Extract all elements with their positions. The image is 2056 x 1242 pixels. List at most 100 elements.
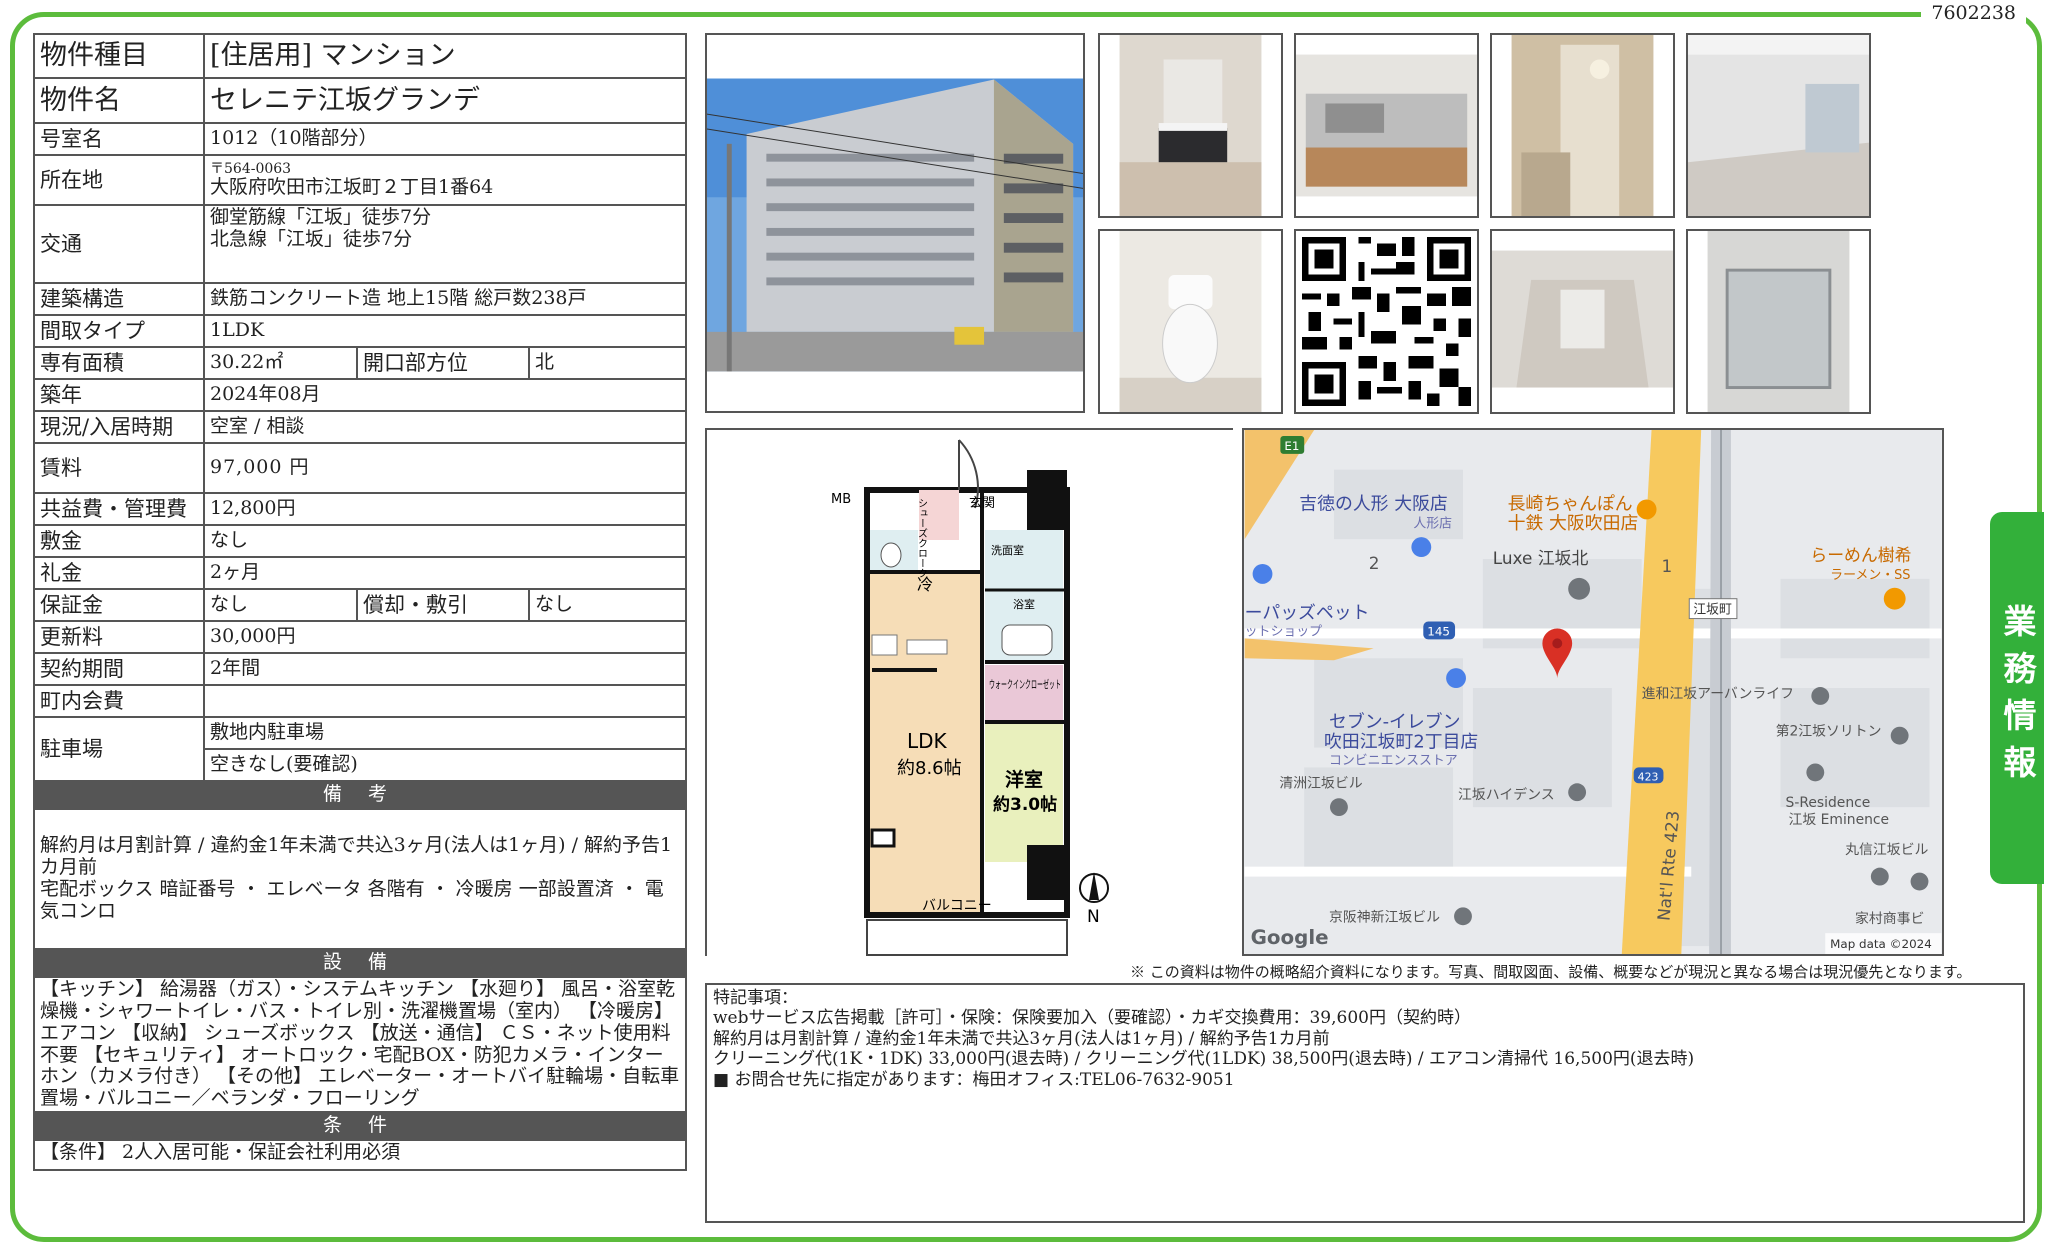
notes-heading: 備 考 [32,780,688,810]
disclaimer: ※ この資料は物件の概略紹介資料になります。写真、間取図面、設備、概要などが現況… [1130,963,1972,981]
map-shinwa: 進和江坂アーバンライフ [1642,686,1794,702]
toilet-photo-image [1100,231,1281,412]
map-num-1: 1 [1661,556,1672,576]
map-seven-2: 吹田江坂町2丁目店 [1324,732,1478,753]
map-yoshitoku: 吉徳の人形 大阪店 [1299,493,1448,514]
room-photo[interactable] [1686,33,1871,218]
community-label: 町内会費 [33,684,205,718]
map-road-145: 145 [1427,624,1450,638]
plan-walkin-label: ウォークインクローゼット [989,678,1061,691]
kitchen-photo[interactable] [1294,33,1479,218]
map-sres-2: 江坂 Eminence [1789,812,1890,828]
map-pets-2: ットショップ [1245,624,1322,639]
layout-value: 1LDK [202,314,688,348]
toilet-photo[interactable] [1098,229,1283,414]
fee-label: 共益費・管理費 [33,492,205,526]
map-ramen-1: らーめん樹希 [1810,545,1911,565]
map-soriton: 第2江坂ソリトン [1776,723,1882,740]
structure-value: 鉄筋コンクリート造 地上15階 総戸数238戸 [202,282,688,316]
fee-value: 12,800円 [202,492,688,526]
map-sres-1: S-Residence [1786,795,1871,811]
built-value: 2024年08月 [202,378,688,412]
map-google-logo: Google [1251,926,1329,949]
rent-label: 賃料 [33,442,205,494]
type-value: [住居用] マンション [202,33,688,79]
plan-shoes-label: シューズクローク [916,498,928,578]
plan-western-size: 約3.0帖 [993,794,1057,815]
transit-cell: 御堂筋線「江坂」徒歩7分 北急線「江坂」徒歩7分 [202,204,688,284]
floor-plan[interactable]: MB シューズクローク 玄関 洗面室 浴室 冷 ウォークインクローゼット LDK… [705,428,1235,958]
contract-value: 2年間 [202,652,688,686]
washroom-photo[interactable] [1098,33,1283,218]
area-label: 専有面積 [33,346,205,380]
area-value: 30.22㎡ [203,346,358,380]
corridor-photo-image [1492,231,1673,412]
conditions-heading: 条 件 [32,1111,688,1142]
parking-line-2: 空きなし(要確認) [202,748,688,782]
address-value: 大阪府吹田市江坂町２丁目1番64 [210,176,494,199]
property-table: 物件種目 [住居用] マンション 物件名 セレニテ江坂グランデ 号室名 1012（10… [32,33,688,1172]
balcony-photo[interactable] [1686,229,1871,414]
bathroom-photo-image [1492,35,1673,216]
amort-value: なし [527,588,688,622]
side-tab-label: 業務情報 [1998,604,2037,792]
map-e1: E1 [1284,439,1299,453]
building-photo[interactable] [705,33,1085,413]
key-money-label: 礼金 [33,556,205,590]
map-luxe: Luxe 江坂北 [1493,548,1589,568]
address-label: 所在地 [33,154,205,206]
side-tab[interactable]: 業務情報 [1990,512,2044,884]
map-pets-1: ーパッズペット [1245,603,1370,624]
deposit-label: 敷金 [33,524,205,558]
notes-line-2: 宅配ボックス 暗証番号 ・ エレベータ 各階有 ・ 冷暖房 一部設置済 ・ 電気… [40,878,664,922]
renewal-label: 更新料 [33,620,205,654]
qr-code-image [1296,231,1477,412]
equipment-text: 【キッチン】 給湯器（ガス）・システムキッチン 【水廻り】 風呂・浴室乾燥機・シ… [32,975,688,1114]
key-money-value: 2ヶ月 [202,556,688,590]
remarks-line-3: 解約月は月割計算 / 違約金1年未満で共込3ヶ月(法人は1ヶ月) / 解約予告1… [713,1028,1330,1049]
notes-line-1: 解約月は月割計算 / 違約金1年未満で共込3ヶ月(法人は1ヶ月) / 解約予告1… [40,834,673,879]
room-photo-image [1688,35,1869,216]
bathroom-photo[interactable] [1490,33,1675,218]
map-keihan: 京阪神新江坂ビル [1329,909,1440,925]
structure-label: 建築構造 [33,282,205,316]
deposit-value: なし [202,524,688,558]
plan-western-label: 洋室 [1005,768,1043,791]
map-data-credit: Map data ©2024 [1830,937,1932,951]
remarks-line-1: 特記事項： [713,988,798,1008]
guarantee-value: なし [203,588,358,622]
transit-label: 交通 [33,204,205,284]
area-map-drawing: E1 吉徳の人形 大阪店 人形店 長崎ちゃんぽん 十鉄 大阪吹田店 Luxe 江… [1244,430,1942,954]
direction-value: 北 [527,346,688,380]
map-ramen-2: ラーメン・SS [1830,568,1910,583]
renewal-value: 30,000円 [202,620,688,654]
washroom-photo-image [1100,35,1281,216]
building-photo-image [707,35,1083,411]
map-nagasaki-1: 長崎ちゃんぽん [1508,493,1633,514]
name-label: 物件名 [33,77,205,124]
corridor-photo[interactable] [1490,229,1675,414]
map-road-423: 423 [1638,770,1659,783]
map-esaka-town: 江坂町 [1693,603,1732,618]
plan-wash-label: 洗面室 [991,543,1024,557]
address-cell: 〒564-0063 大阪府吹田市江坂町２丁目1番64 [202,154,688,206]
qr-code[interactable] [1294,229,1479,414]
special-remarks: 特記事項： webサービス広告掲載［許可］・保険：保険要加入（要確認）・カギ交換… [705,983,2025,1223]
community-value [202,684,688,718]
built-label: 築年 [33,378,205,412]
plan-ldk-label: LDK [907,729,948,753]
remarks-line-5: ■ お問合せ先に指定があります：梅田オフィス:TEL06-7632-9051 [713,1069,1235,1090]
address-zip: 〒564-0063 [210,161,292,178]
equipment-heading: 設 備 [32,948,688,978]
area-map[interactable]: E1 吉徳の人形 大阪店 人形店 長崎ちゃんぽん 十鉄 大阪吹田店 Luxe 江… [1242,428,1944,956]
transit-line-1: 御堂筋線「江坂」徒歩7分 [210,206,432,228]
remarks-line-2: webサービス広告掲載［許可］・保険：保険要加入（要確認）・カギ交換費用：39,… [713,1008,1471,1029]
guarantee-label: 保証金 [33,588,205,622]
plan-mb-label: MB [831,492,851,507]
contract-label: 契約期間 [33,652,205,686]
name-value: セレニテ江坂グランデ [202,77,688,124]
plan-north-label: N [1087,907,1100,927]
plan-entrance-label: 玄関 [969,496,995,511]
layout-label: 間取タイプ [33,314,205,348]
balcony-photo-image [1688,231,1869,412]
